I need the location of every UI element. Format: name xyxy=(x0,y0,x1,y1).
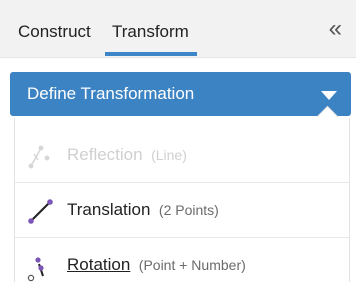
define-transformation-dropdown[interactable]: Define Transformation xyxy=(10,72,351,116)
menu-item-label: Reflection xyxy=(67,145,143,164)
tab-construct[interactable]: Construct xyxy=(18,22,91,42)
translation-icon xyxy=(28,199,53,224)
menu-item-rotation[interactable]: Rotation (Point + Number) xyxy=(15,238,349,282)
rotation-icon xyxy=(27,257,44,282)
tab-transform[interactable]: Transform xyxy=(112,22,189,42)
active-tab-indicator xyxy=(105,52,197,56)
transformation-menu: Reflection (Line) Translation (2 Points) xyxy=(14,105,350,282)
tab-bar: Construct Transform « xyxy=(0,0,356,58)
collapse-panel-icon[interactable]: « xyxy=(329,17,342,41)
reflection-icon xyxy=(28,145,50,169)
caret-down-icon xyxy=(321,91,337,100)
menu-item-reflection[interactable]: Reflection (Line) xyxy=(15,128,349,183)
menu-item-label: Rotation xyxy=(67,255,131,274)
transform-panel: Construct Transform « Define Transformat… xyxy=(0,0,356,282)
menu-item-translation[interactable]: Translation (2 Points) xyxy=(15,183,349,238)
menu-item-hint: (2 Points) xyxy=(158,202,219,218)
dropdown-label: Define Transformation xyxy=(27,84,195,103)
menu-item-hint: (Point + Number) xyxy=(138,257,246,273)
menu-item-hint: (Line) xyxy=(151,147,187,163)
menu-item-label: Translation xyxy=(67,200,151,219)
